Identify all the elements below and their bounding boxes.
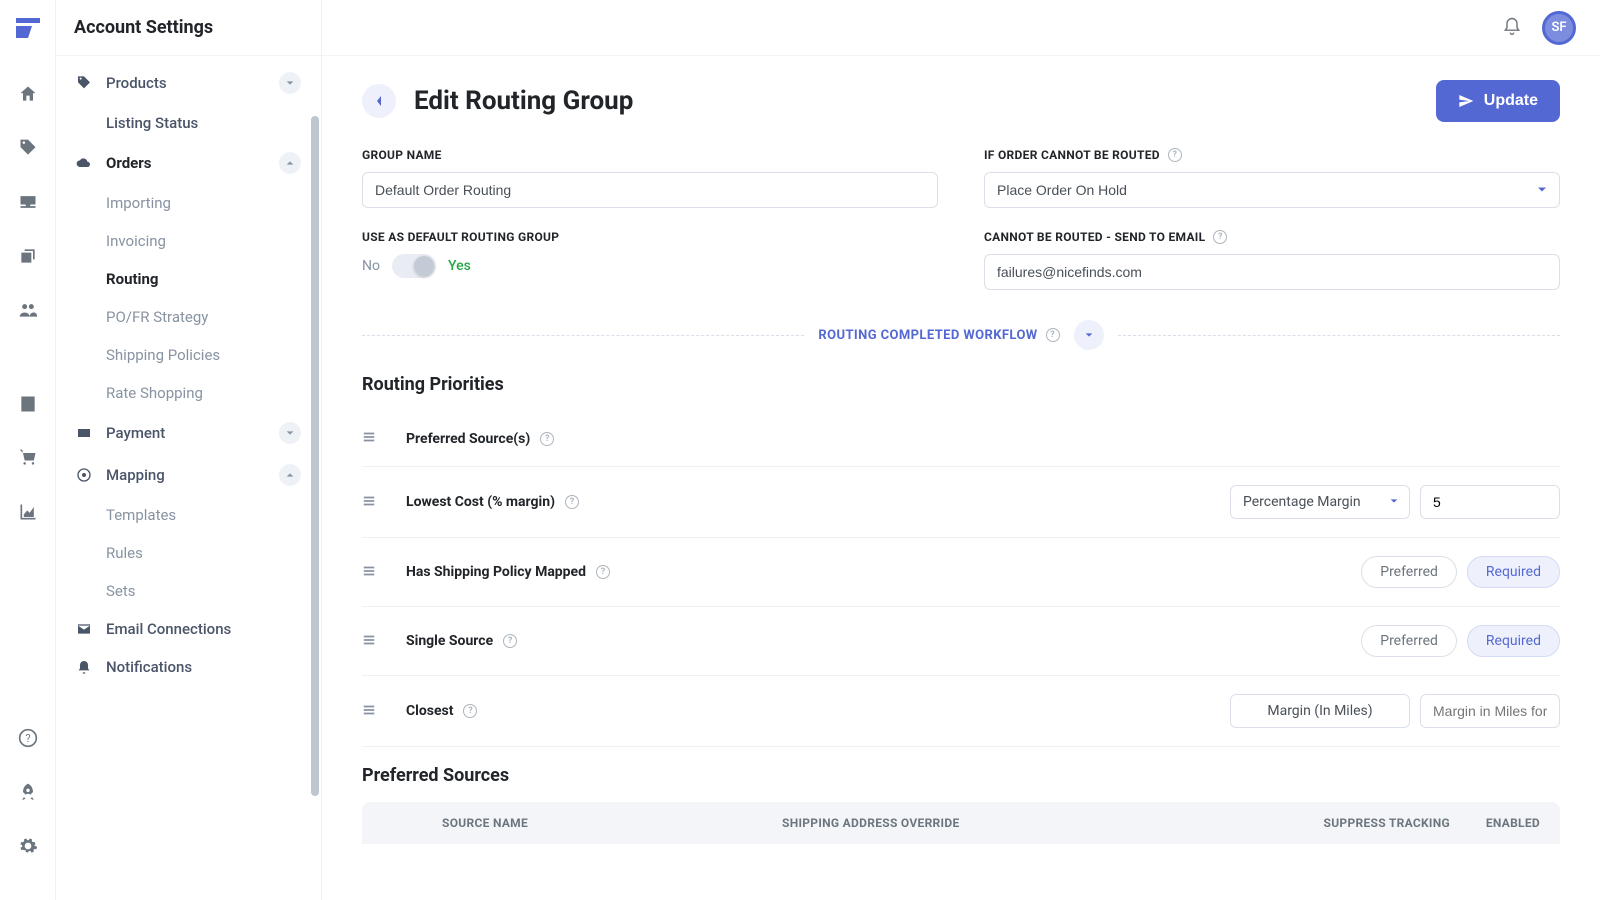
priorities-title: Routing Priorities	[362, 374, 1560, 395]
col-address-override: SHIPPING ADDRESS OVERRIDE	[782, 816, 1280, 830]
default-toggle-label: USE AS DEFAULT ROUTING GROUP	[362, 230, 938, 244]
chevron-down-icon	[1389, 494, 1399, 510]
drag-icon[interactable]	[362, 632, 376, 651]
preferred-chip[interactable]: Preferred	[1361, 625, 1457, 657]
margin-miles-label: Margin (In Miles)	[1230, 694, 1410, 728]
page-title: Edit Routing Group	[414, 86, 633, 116]
col-suppress-tracking: SUPPRESS TRACKING	[1280, 816, 1450, 830]
copy-icon[interactable]	[8, 236, 48, 276]
priority-row-shipping-policy: Has Shipping Policy Mapped? Preferred Re…	[362, 538, 1560, 607]
home-icon[interactable]	[8, 74, 48, 114]
cannot-route-label: IF ORDER CANNOT BE ROUTED ?	[984, 148, 1560, 162]
nav-item-templates[interactable]: Templates	[92, 496, 315, 534]
cart-icon[interactable]	[8, 438, 48, 478]
back-button[interactable]	[362, 84, 396, 118]
drag-icon[interactable]	[362, 563, 376, 582]
toggle-no-label: No	[362, 258, 380, 274]
drag-icon[interactable]	[362, 702, 376, 721]
col-source-name: SOURCE NAME	[382, 816, 782, 830]
tag-icon	[76, 75, 94, 91]
nav-item-invoicing[interactable]: Invoicing	[92, 222, 315, 260]
col-enabled: ENABLED	[1450, 816, 1540, 830]
nav-item-sets[interactable]: Sets	[92, 572, 315, 610]
drag-icon[interactable]	[362, 429, 376, 448]
help-icon[interactable]: ?	[463, 704, 477, 718]
target-icon	[76, 467, 94, 483]
gear-icon[interactable]	[8, 826, 48, 866]
avatar[interactable]: SF	[1542, 11, 1576, 45]
card-icon	[76, 425, 94, 441]
nav-item-routing[interactable]: Routing	[92, 260, 315, 298]
margin-type-select[interactable]: Percentage Margin	[1230, 485, 1410, 519]
email-label: CANNOT BE ROUTED - SEND TO EMAIL ?	[984, 230, 1560, 244]
nav-item-shipping-policies[interactable]: Shipping Policies	[92, 336, 315, 374]
nav-group-products[interactable]: Products	[62, 62, 315, 104]
help-icon[interactable]: ?	[1046, 328, 1060, 342]
help-icon[interactable]: ?	[1168, 148, 1182, 162]
help-icon[interactable]: ?	[596, 565, 610, 579]
group-name-input[interactable]	[362, 172, 938, 208]
bell-icon	[76, 659, 94, 675]
nav-group-listing-status[interactable]: Listing Status	[62, 104, 315, 142]
workflow-expand-button[interactable]	[1074, 320, 1104, 350]
send-icon	[1458, 93, 1474, 109]
priority-row-single-source: Single Source? Preferred Required	[362, 607, 1560, 676]
rocket-icon[interactable]	[8, 772, 48, 812]
nav-group-mapping[interactable]: Mapping	[62, 454, 315, 496]
sidebar-scrollbar[interactable]	[311, 116, 319, 796]
sources-table-header: SOURCE NAME SHIPPING ADDRESS OVERRIDE SU…	[362, 802, 1560, 844]
topbar: SF	[322, 0, 1600, 56]
priority-row-preferred-sources: Preferred Source(s)?	[362, 411, 1560, 467]
group-name-label: GROUP NAME	[362, 148, 938, 162]
nav-item-rules[interactable]: Rules	[92, 534, 315, 572]
required-chip[interactable]: Required	[1467, 556, 1560, 588]
svg-text:?: ?	[25, 732, 30, 745]
priority-row-lowest-cost: Lowest Cost (% margin)? Percentage Margi…	[362, 467, 1560, 538]
inbox-icon[interactable]	[8, 182, 48, 222]
logo	[12, 12, 44, 44]
nav-group-payment[interactable]: Payment	[62, 412, 315, 454]
drag-icon[interactable]	[362, 493, 376, 512]
margin-value-input[interactable]	[1420, 485, 1560, 519]
required-chip[interactable]: Required	[1467, 625, 1560, 657]
tag-icon[interactable]	[8, 128, 48, 168]
margin-miles-input[interactable]	[1420, 694, 1560, 728]
users-icon[interactable]	[8, 290, 48, 330]
help-icon[interactable]: ?	[565, 495, 579, 509]
nav-group-orders[interactable]: Orders	[62, 142, 315, 184]
nav-item-importing[interactable]: Importing	[92, 184, 315, 222]
sidebar: Account Settings Products Listing Status…	[56, 0, 322, 900]
cannot-route-select[interactable]	[984, 172, 1560, 208]
sidebar-title: Account Settings	[56, 0, 321, 56]
nav-item-pofr[interactable]: PO/FR Strategy	[92, 298, 315, 336]
priority-row-closest: Closest? Margin (In Miles)	[362, 676, 1560, 747]
sliders-icon	[76, 115, 94, 131]
preferred-chip[interactable]: Preferred	[1361, 556, 1457, 588]
help-icon[interactable]: ?	[540, 432, 554, 446]
building-icon[interactable]	[8, 384, 48, 424]
failure-email-input[interactable]	[984, 254, 1560, 290]
nav-item-rate-shopping[interactable]: Rate Shopping	[92, 374, 315, 412]
help-icon[interactable]: ?	[8, 718, 48, 758]
workflow-label: ROUTING COMPLETED WORKFLOW ?	[818, 328, 1059, 343]
chevron-down-icon	[279, 72, 301, 94]
help-icon[interactable]: ?	[1213, 230, 1227, 244]
toggle-yes-label: Yes	[448, 258, 471, 274]
chevron-up-icon	[279, 152, 301, 174]
icon-rail: ?	[0, 0, 56, 900]
nav-group-notifications[interactable]: Notifications	[62, 648, 315, 686]
help-icon[interactable]: ?	[503, 634, 517, 648]
chevron-up-icon	[279, 464, 301, 486]
cloud-icon	[76, 155, 94, 171]
preferred-sources-title: Preferred Sources	[362, 765, 1560, 786]
notifications-icon[interactable]	[1502, 16, 1522, 40]
update-button[interactable]: Update	[1436, 80, 1560, 122]
mail-icon	[76, 621, 94, 637]
nav-group-email[interactable]: Email Connections	[62, 610, 315, 648]
default-toggle[interactable]	[392, 254, 436, 278]
chart-icon[interactable]	[8, 492, 48, 532]
chevron-down-icon	[279, 422, 301, 444]
